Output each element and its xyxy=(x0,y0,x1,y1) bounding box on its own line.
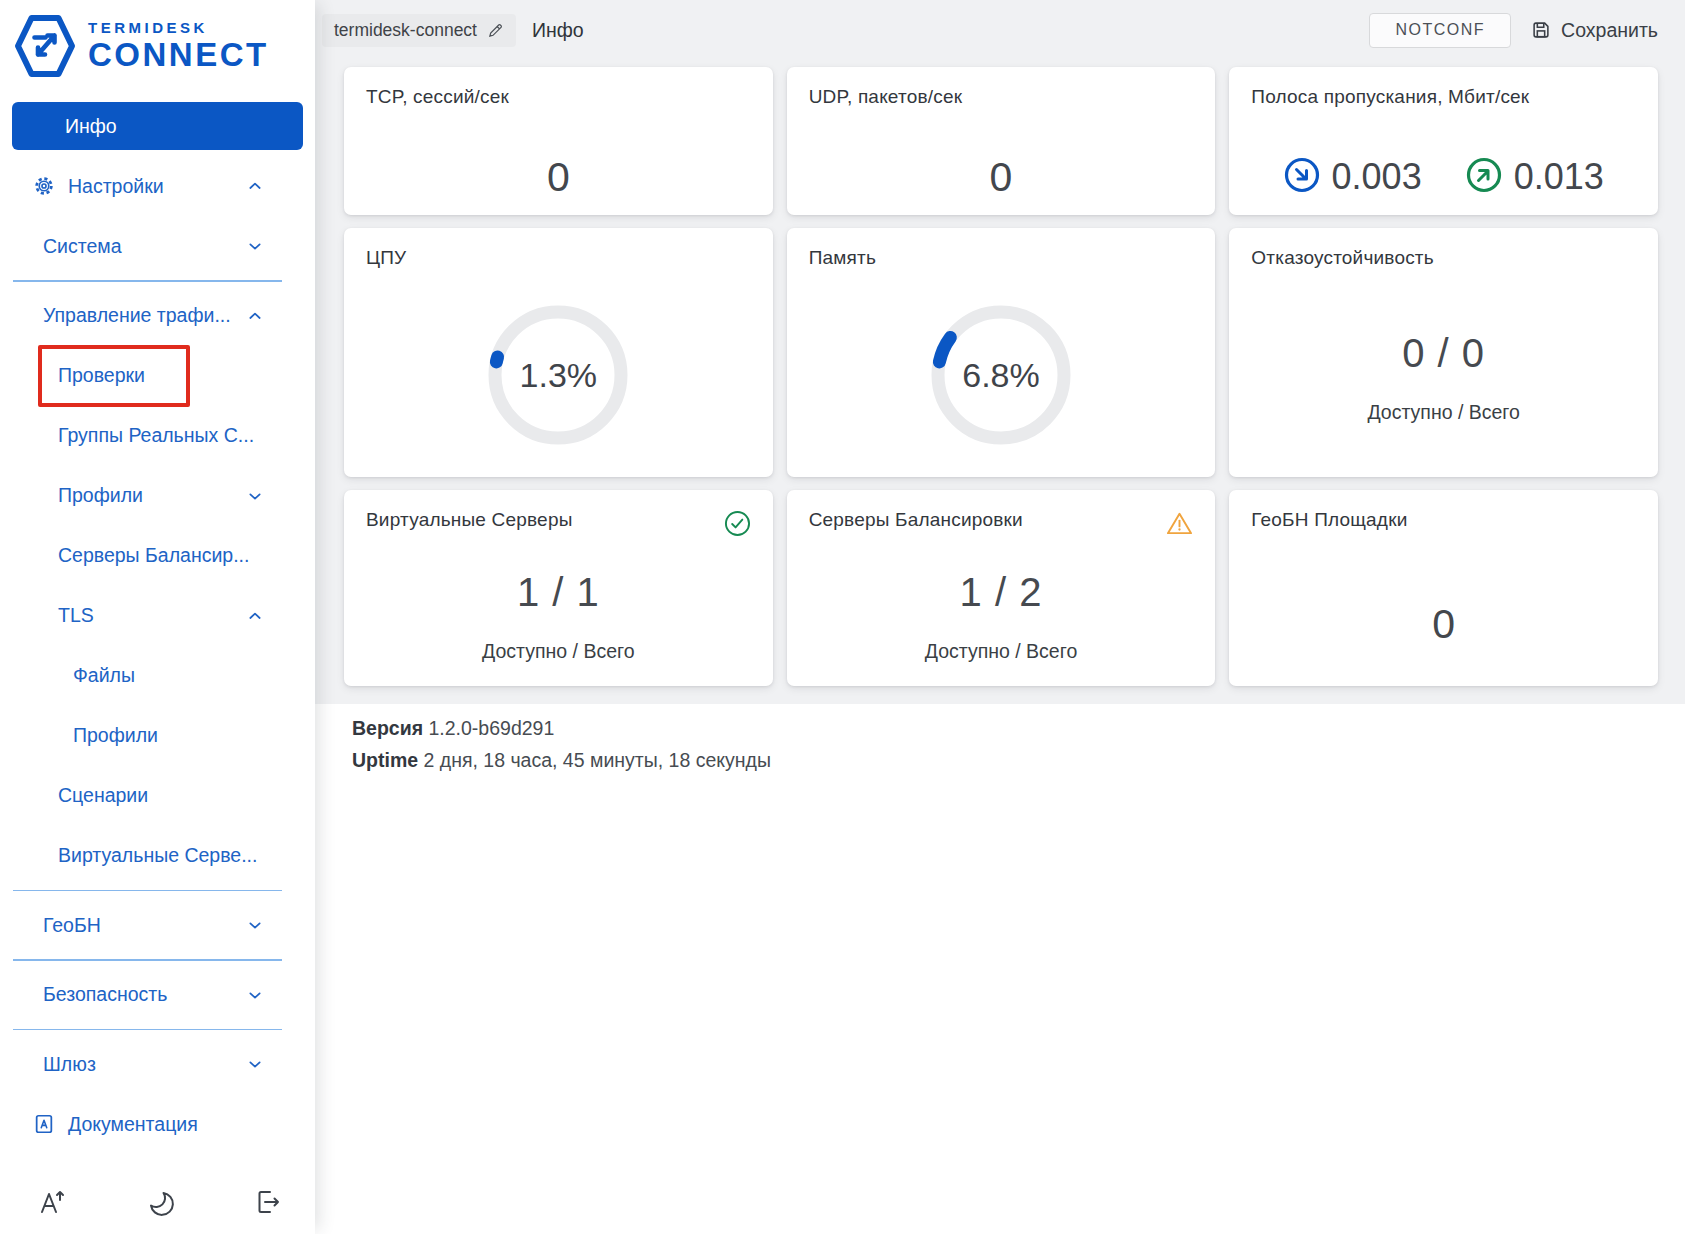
sidebar-item-real-server-groups[interactable]: Группы Реальных С... xyxy=(0,406,315,466)
card-value: 1 / 2 xyxy=(960,570,1043,615)
save-label: Сохранить xyxy=(1561,19,1658,42)
sidebar-item-balancing-servers[interactable]: Серверы Балансир... xyxy=(0,526,315,586)
gear-icon xyxy=(33,175,55,197)
brand-name: TERMIDESK xyxy=(88,19,269,36)
card-failover: Отказоустойчивость 0 / 0 Доступно / Всего xyxy=(1229,228,1658,477)
uptime-line: Uptime 2 дня, 18 часа, 45 минуты, 18 сек… xyxy=(352,744,771,776)
pencil-icon xyxy=(487,22,504,39)
card-title: ЦПУ xyxy=(366,245,406,271)
sidebar-item-settings[interactable]: Настройки xyxy=(0,156,315,216)
sidebar-item-profiles[interactable]: Профили xyxy=(0,466,315,526)
chevron-down-icon xyxy=(247,1056,263,1072)
sidebar-divider xyxy=(13,959,282,961)
system-info: Версия 1.2.0-b69d291 Uptime 2 дня, 18 ча… xyxy=(352,712,771,776)
sidebar-item-system[interactable]: Система xyxy=(0,216,315,276)
floppy-icon xyxy=(1530,19,1552,41)
logout-icon[interactable] xyxy=(251,1186,283,1222)
sidebar-item-security[interactable]: Безопасность xyxy=(0,965,315,1025)
card-cpu: ЦПУ 1.3% xyxy=(344,228,773,477)
card-tcp-sessions: TCP, сессий/сек 0 xyxy=(344,67,773,215)
card-title: ГеоБН Площадки xyxy=(1251,507,1407,533)
card-value: 0 / 0 xyxy=(1402,331,1485,376)
card-value: 1 / 1 xyxy=(517,570,600,615)
card-udp-packets: UDP, пакетов/сек 0 xyxy=(787,67,1216,215)
card-value: 0 xyxy=(547,154,570,201)
card-memory: Память 6.8% xyxy=(787,228,1216,477)
sidebar-item-tls-files[interactable]: Файлы xyxy=(0,646,315,706)
chevron-down-icon xyxy=(247,987,263,1003)
card-sublabel: Доступно / Всего xyxy=(925,640,1077,663)
card-title: Память xyxy=(809,245,876,271)
chevron-down-icon xyxy=(247,917,263,933)
sidebar-divider xyxy=(13,890,282,892)
card-title: TCP, сессий/сек xyxy=(366,84,509,110)
hexagon-logo-icon xyxy=(12,13,78,79)
arrow-down-right-circle-icon xyxy=(1284,157,1320,197)
card-geobn-sites: ГеоБН Площадки 0 xyxy=(1229,490,1658,686)
card-bandwidth: Полоса пропускания, Мбит/сек 0.003 0.013 xyxy=(1229,67,1658,215)
instance-name-chip[interactable]: termidesk-connect xyxy=(322,14,516,47)
sidebar-item-tls[interactable]: TLS xyxy=(0,586,315,646)
sidebar-item-scenarios[interactable]: Сценарии xyxy=(0,766,315,826)
card-title: Виртуальные Серверы xyxy=(366,507,573,533)
topbar: termidesk-connect Инфо NOTCONF Сохранить xyxy=(322,12,1658,48)
chevron-up-icon xyxy=(247,178,263,194)
donut-gauge: 6.8% xyxy=(931,305,1071,445)
card-title: UDP, пакетов/сек xyxy=(809,84,963,110)
sidebar-divider xyxy=(13,1029,282,1031)
card-value: 0 xyxy=(990,154,1013,201)
dark-mode-icon[interactable] xyxy=(144,1186,176,1222)
notconf-button[interactable]: NOTCONF xyxy=(1369,13,1511,48)
download-rate: 0.003 xyxy=(1284,156,1422,198)
card-balancing-servers: Серверы Балансировки 1 / 2 Доступно / Всег… xyxy=(787,490,1216,686)
chevron-down-icon xyxy=(247,488,263,504)
sidebar-item-info[interactable]: Инфо xyxy=(12,102,303,150)
sidebar-divider xyxy=(13,280,282,282)
card-sublabel: Доступно / Всего xyxy=(482,640,634,663)
gauge-percent: 1.3% xyxy=(488,305,628,445)
chevron-up-icon xyxy=(247,308,263,324)
check-circle-icon xyxy=(724,507,751,541)
instance-name: termidesk-connect xyxy=(334,20,477,41)
donut-gauge: 1.3% xyxy=(488,305,628,445)
version-line: Версия 1.2.0-b69d291 xyxy=(352,712,771,744)
font-size-icon[interactable] xyxy=(36,1186,68,1222)
sidebar: TERMIDESK CONNECT Инфо НастройкиСистема Уп… xyxy=(0,0,315,1234)
card-title: Серверы Балансировки xyxy=(809,507,1023,533)
sidebar-item-tls-profiles[interactable]: Профили xyxy=(0,706,315,766)
upload-rate: 0.013 xyxy=(1466,156,1604,198)
card-virtual-servers: Виртуальные Серверы 1 / 1 Доступно / Всего xyxy=(344,490,773,686)
sidebar-item-documentation[interactable]: Документация xyxy=(0,1094,315,1154)
arrow-up-right-circle-icon xyxy=(1466,157,1502,197)
card-sublabel: Доступно / Всего xyxy=(1367,401,1519,424)
chevron-down-icon xyxy=(247,238,263,254)
brand-product: CONNECT xyxy=(88,36,269,74)
card-value: 0 xyxy=(1432,601,1455,648)
sidebar-item-geobn[interactable]: ГеоБН xyxy=(0,895,315,955)
sidebar-item-gateway[interactable]: Шлюз xyxy=(0,1034,315,1094)
doc-icon xyxy=(33,1113,55,1135)
sidebar-item-virtual-servers[interactable]: Виртуальные Серве... xyxy=(0,826,315,886)
page-title: Инфо xyxy=(532,19,584,42)
card-title: Отказоустойчивость xyxy=(1251,245,1434,271)
gauge-percent: 6.8% xyxy=(931,305,1071,445)
chevron-up-icon xyxy=(247,608,263,624)
sidebar-item-traffic-management[interactable]: Управление трафи... xyxy=(0,286,315,346)
sidebar-item-checks[interactable]: Проверки xyxy=(0,346,315,406)
brand-logo: TERMIDESK CONNECT xyxy=(0,0,315,79)
save-button[interactable]: Сохранить xyxy=(1530,19,1658,42)
card-title: Полоса пропускания, Мбит/сек xyxy=(1251,84,1529,110)
warning-triangle-icon xyxy=(1166,507,1193,541)
